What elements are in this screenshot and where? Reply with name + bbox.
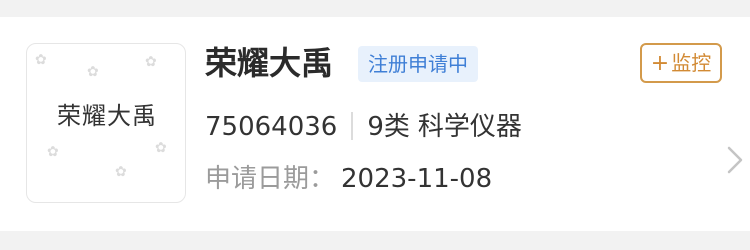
apply-date-label: 申请日期： xyxy=(205,164,336,194)
watermark-tile: ✿ xyxy=(115,164,127,180)
watermark-tile: ✿ xyxy=(87,64,99,80)
apply-date-value: 2023-11-08 xyxy=(341,164,493,194)
class-number: 9类 xyxy=(367,112,410,142)
watermark-tile: ✿ xyxy=(35,52,47,68)
apply-date-row: 申请日期： 2023-11-08 xyxy=(205,162,492,196)
trademark-card[interactable]: ✿ ✿ ✿ ✿ ✿ ✿ 荣耀大禹 荣耀大禹 注册申请中 + 监控 75064036… xyxy=(0,17,750,231)
chevron-right-icon[interactable] xyxy=(726,145,744,175)
plus-icon: + xyxy=(650,51,670,76)
trademark-logo: ✿ ✿ ✿ ✿ ✿ ✿ 荣耀大禹 xyxy=(26,43,186,203)
logo-text: 荣耀大禹 xyxy=(57,102,157,130)
class-name: 科学仪器 xyxy=(417,112,522,142)
registration-info-row: 75064036 9类 科学仪器 xyxy=(205,110,522,144)
status-badge: 注册申请中 xyxy=(358,46,478,82)
trademark-name: 荣耀大禹 xyxy=(205,44,334,82)
monitor-label: 监控 xyxy=(671,51,712,75)
divider xyxy=(351,111,354,140)
watermark-tile: ✿ xyxy=(155,140,167,156)
monitor-button[interactable]: + 监控 xyxy=(640,43,722,83)
watermark-tile: ✿ xyxy=(47,144,59,160)
watermark-tile: ✿ xyxy=(145,54,157,70)
registration-number: 75064036 xyxy=(205,112,338,142)
